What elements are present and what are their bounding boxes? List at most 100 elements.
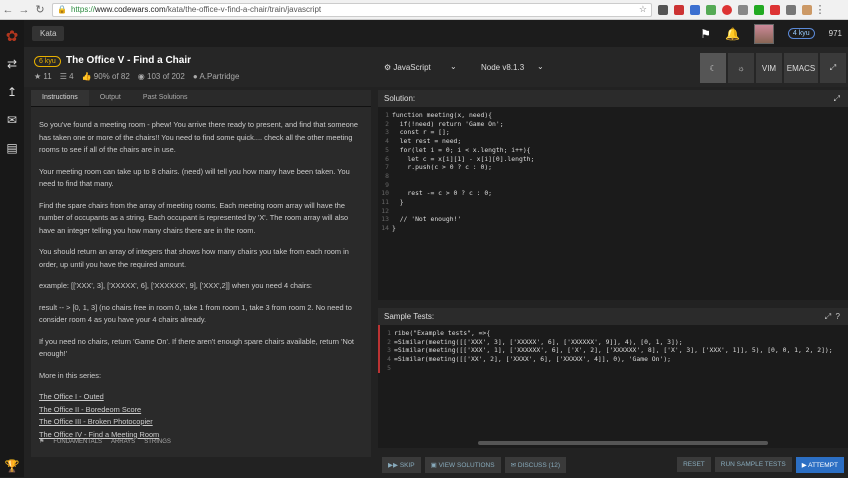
description-paragraph: You should return an array of integers t… [39,247,349,269]
code-line: 4 let rest = need; [378,137,848,146]
code-text: let c = x[i][1] - x[i][0].length; [392,154,535,163]
bell-icon[interactable]: 🔔 [725,27,740,41]
code-text: let rest = need; [392,137,462,146]
code-line: 1 ribe("Example tests", =>{ [380,329,848,338]
dark-mode-icon[interactable]: ☾ [700,53,726,83]
code-line: 3 const r = []; [378,128,848,137]
chevron-down-icon[interactable]: ⌄ [450,62,457,71]
line-number: 14 [381,224,389,233]
version-select[interactable]: Node v8.1.3 [481,63,524,72]
line-number: 2 [385,119,389,128]
code-line: 6 let c = x[i][1] - x[i][0].length; [378,155,848,164]
code-line: 5 for(let i = 0; i < x.length; i++){ [378,146,848,155]
tests-editor[interactable]: 1 ribe("Example tests", =>{2 =Similar(meet… [378,325,848,373]
code-text: rest -= c > 0 ? c : 0; [392,189,493,198]
attempt-button[interactable]: ▶ ATTEMPT [795,456,844,473]
stars-stat[interactable]: ★ 11 [34,72,52,81]
back-icon[interactable]: ← [0,2,16,18]
train-icon[interactable]: ⇄ [0,52,24,76]
line-number: 9 [385,180,389,189]
lock-icon: 🔒 [57,5,67,14]
kata-icon[interactable]: ↥ [0,80,24,104]
fullscreen-icon[interactable]: ⤢ [820,53,846,83]
emacs-button[interactable]: EMACS [784,53,818,83]
line-number: 3 [387,346,391,355]
extension-icon[interactable] [706,4,716,15]
extension-icon[interactable] [738,4,748,15]
code-text: // 'Not enough!' [392,215,462,224]
line-number: 10 [381,189,389,198]
bookmark-star-icon[interactable]: ☆ [639,4,647,15]
code-line: 12 [378,207,848,216]
line-number: 6 [385,154,389,163]
series-link[interactable]: The Office III - Broken Photocopier [39,416,363,429]
tab-output[interactable]: Output [89,90,132,106]
tag-icon: ⚑ [39,439,45,445]
chevron-down-icon[interactable]: ⌄ [537,62,544,71]
tag[interactable]: FUNDAMENTALS [53,439,102,445]
light-mode-icon[interactable]: ☼ [728,53,754,83]
code-line: 2 if(!need) return 'Game On'; [378,120,848,129]
solution-panel: Solution: ⤢ 1 function meeting(x, need){2… [378,90,848,300]
series-link[interactable]: The Office I - Outed [39,391,363,404]
language-select[interactable]: ⚙ JavaScript [384,63,431,72]
tests-header: Sample Tests: ⤢ ? [378,308,848,325]
trophy-icon[interactable]: 🏆 [0,454,24,478]
discuss-button[interactable]: ✉ DISCUSS (12) [504,456,567,473]
code-line: 3 =Similar(meeting([['XXX', 1], ['XXXXXX'… [380,346,848,355]
solution-editor[interactable]: 1 function meeting(x, need){2 if(!need) r… [378,107,848,233]
tag[interactable]: STRINGS [144,439,171,445]
code-text: function meeting(x, need){ [392,111,493,119]
reset-button[interactable]: RESET [677,457,711,472]
tab-past-solutions[interactable]: Past Solutions [132,90,199,106]
code-line: 4 =Similar(meeting([['XX', 2], ['XXXX', 6… [380,355,848,364]
author[interactable]: ● A.Partridge [193,72,240,81]
kata-description: So you've found a meeting room - phew! Y… [31,107,371,441]
expand-icon[interactable]: ⤢ ? [825,312,840,322]
profile-icon[interactable] [802,4,812,15]
series-link[interactable]: The Office II - Boredeom Score [39,404,363,417]
extension-icon[interactable] [690,4,700,15]
kata-tab[interactable]: Kata [32,26,65,41]
left-sidebar: ✿ ⇄ ↥ ✉ ▤ 🏆 [0,20,24,477]
skip-button[interactable]: ▶▶ SKIP [382,456,421,473]
bookmark-icon[interactable]: ⚑ [700,27,711,41]
tests-label: Sample Tests: [384,312,435,321]
description-panel: Instructions Output Past Solutions So yo… [31,90,371,457]
vim-button[interactable]: VIM [756,53,782,83]
description-paragraph: example: [['XXX', 3], ['XXXXX', 6], ['XX… [39,281,312,290]
menu-icon[interactable]: ⋮ [812,2,828,18]
extension-icon[interactable] [722,4,732,15]
address-bar[interactable]: 🔒 https:// www.codewars.com /kata/the-of… [52,2,652,17]
extension-icon[interactable] [674,4,684,15]
code-text: ribe("Example tests", =>{ [394,329,491,337]
chat-icon[interactable]: ✉ [0,108,24,132]
expand-icon[interactable]: ⤢ [834,94,840,104]
line-number: 2 [387,337,391,346]
line-number: 4 [385,137,389,146]
completed-stat: ◉ 103 of 202 [137,72,185,81]
codewars-logo-icon[interactable]: ✿ [0,24,24,48]
line-number: 12 [381,206,389,215]
run-tests-button[interactable]: RUN SAMPLE TESTS [714,457,792,472]
tab-instructions[interactable]: Instructions [31,90,89,106]
extension-icon[interactable] [658,4,668,15]
tag[interactable]: ARRAYS [111,439,135,445]
line-number: 8 [385,171,389,180]
code-line: 8 [378,172,848,181]
avatar[interactable] [753,23,774,44]
horizontal-scrollbar[interactable] [478,441,768,445]
extension-icon[interactable] [786,4,796,15]
solution-header: Solution: ⤢ [378,90,848,107]
tag-list: ⚑ FUNDAMENTALS ARRAYS STRINGS [39,438,171,446]
view-solutions-button[interactable]: ▣ VIEW SOLUTIONS [424,456,501,473]
extension-icon[interactable] [754,4,764,15]
description-paragraph: Your meeting room can take up to 8 chair… [39,166,350,189]
code-line: 9 [378,181,848,190]
collections-stat[interactable]: ☰ 4 [60,72,74,81]
docs-icon[interactable]: ▤ [0,136,24,160]
reload-icon[interactable]: ↻ [32,2,48,18]
forward-icon[interactable]: → [16,2,32,18]
extension-icon[interactable] [770,4,780,15]
line-number: 5 [387,363,391,372]
